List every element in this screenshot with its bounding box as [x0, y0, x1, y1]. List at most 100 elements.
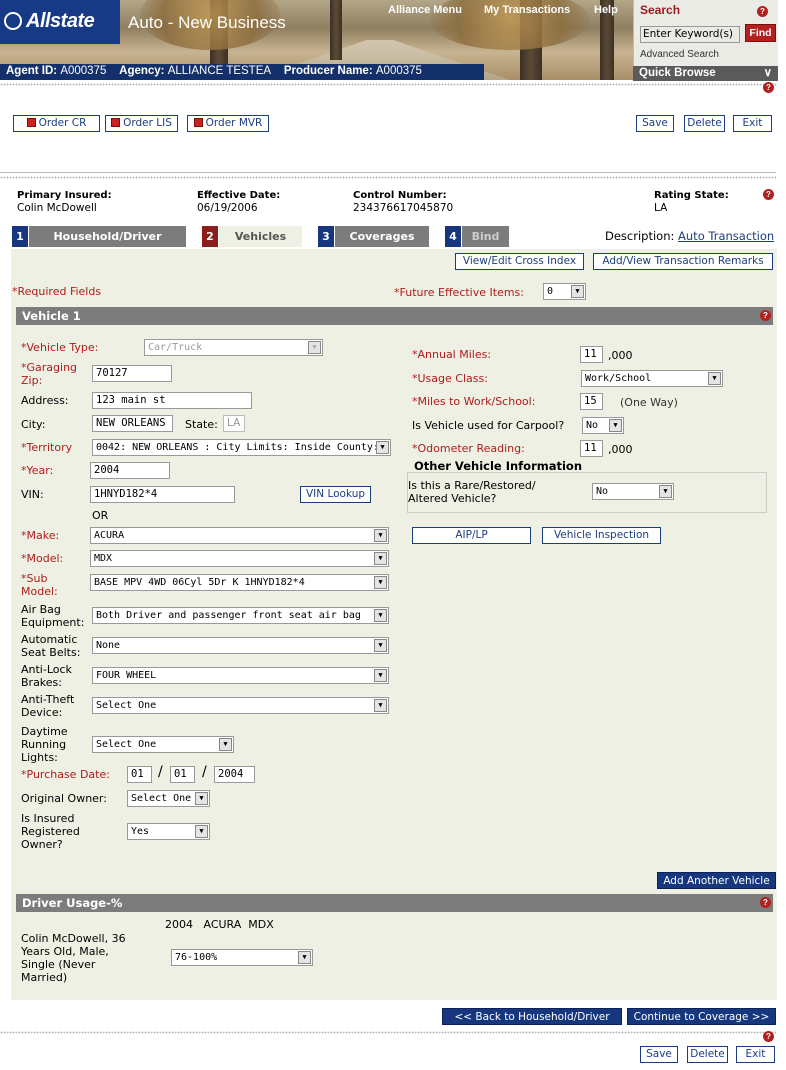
save-button-bottom[interactable]: Save — [640, 1046, 678, 1063]
vin-label: VIN: — [21, 488, 44, 501]
tab-vehicles-number[interactable]: 2 — [202, 226, 218, 247]
annual-miles-input[interactable]: 11 — [580, 346, 603, 363]
driver-usage-select[interactable]: 76-100% ▼ — [171, 949, 313, 966]
delete-button-bottom[interactable]: Delete — [687, 1046, 728, 1063]
year-input[interactable]: 2004 — [90, 462, 170, 479]
producer-label: Producer Name: — [283, 65, 373, 77]
make-value: ACURA — [94, 530, 125, 541]
advanced-search-link[interactable]: Advanced Search — [640, 49, 719, 60]
help-icon[interactable]: ? — [757, 6, 768, 17]
carpool-value: No — [586, 420, 599, 431]
allstate-logo[interactable]: Allstate — [0, 0, 120, 44]
tab-household-number[interactable]: 1 — [12, 226, 28, 247]
tab-bind[interactable]: Bind — [462, 226, 509, 247]
purchase-month-input[interactable]: 01 — [127, 766, 152, 783]
tab-coverages-number[interactable]: 3 — [318, 226, 334, 247]
odometer-input[interactable]: 11 — [580, 440, 603, 457]
order-mvr-button[interactable]: Order MVR — [187, 115, 269, 132]
sub-model-value: BASE MPV 4WD 06Cyl 5Dr K 1HNYD182*4 — [94, 577, 305, 588]
state-input[interactable]: LA — [223, 415, 245, 432]
back-to-household-button[interactable]: << Back to Household/Driver — [442, 1008, 622, 1025]
state-label: State: — [185, 418, 218, 431]
divider — [0, 83, 776, 86]
tab-coverages[interactable]: Coverages — [335, 226, 429, 247]
dropdown-arrow-icon: ▼ — [374, 669, 387, 682]
anti-theft-select[interactable]: Select One ▼ — [92, 697, 389, 714]
help-icon[interactable]: ? — [760, 310, 771, 321]
tab-bind-number[interactable]: 4 — [445, 226, 461, 247]
anti-lock-select[interactable]: FOUR WHEEL ▼ — [92, 667, 389, 684]
nav-my-transactions[interactable]: My Transactions — [484, 4, 570, 16]
save-button[interactable]: Save — [636, 115, 674, 132]
dropdown-arrow-icon: ▼ — [374, 552, 387, 565]
help-icon[interactable]: ? — [760, 897, 771, 908]
aip-lp-button[interactable]: AIP/LP — [412, 527, 531, 544]
future-effective-select[interactable]: 0 ▼ — [543, 283, 586, 300]
original-owner-select[interactable]: Select One ▼ — [127, 790, 210, 807]
effective-date-label: Effective Date: — [197, 190, 281, 201]
sub-model-select[interactable]: BASE MPV 4WD 06Cyl 5Dr K 1HNYD182*4 ▼ — [90, 574, 389, 591]
rare-vehicle-select[interactable]: No ▼ — [592, 483, 674, 500]
agent-id-value: A000375 — [60, 65, 107, 77]
nav-help[interactable]: Help — [594, 4, 618, 16]
description-link[interactable]: Auto Transaction — [678, 229, 774, 243]
add-another-vehicle-button[interactable]: Add Another Vehicle — [657, 872, 776, 889]
miles-to-work-input[interactable]: 15 — [580, 393, 603, 410]
divider — [0, 172, 776, 173]
view-edit-cross-index-button[interactable]: View/Edit Cross Index — [455, 253, 584, 270]
city-input[interactable]: NEW ORLEANS — [92, 415, 173, 432]
date-separator: / — [158, 764, 163, 780]
exit-button-bottom[interactable]: Exit — [736, 1046, 775, 1063]
vehicle-type-value: Car/Truck — [148, 342, 203, 353]
continue-to-coverage-button[interactable]: Continue to Coverage >> — [627, 1008, 776, 1025]
tab-vehicles[interactable]: Vehicles — [219, 226, 302, 247]
search-input[interactable]: Enter Keyword(s) — [640, 26, 740, 43]
vehicle-type-select[interactable]: Car/Truck ▼ — [144, 339, 323, 356]
future-effective-value: 0 — [547, 286, 554, 297]
vehicle-inspection-button[interactable]: Vehicle Inspection — [542, 527, 661, 544]
primary-insured-label: Primary Insured: — [17, 190, 112, 201]
help-icon[interactable]: ? — [763, 189, 774, 200]
seat-belts-select[interactable]: None ▼ — [92, 637, 389, 654]
usage-class-value: Work/School — [585, 373, 652, 384]
control-number-value: 234376617045870 — [353, 202, 454, 214]
usage-class-label: *Usage Class: — [412, 372, 488, 385]
purchase-day-input[interactable]: 01 — [170, 766, 195, 783]
agency-label: Agency: — [119, 65, 165, 77]
delete-button[interactable]: Delete — [684, 115, 725, 132]
quick-browse-bar[interactable]: Quick Browse ∨ — [633, 66, 778, 81]
find-button[interactable]: Find — [745, 24, 776, 42]
territory-label: *Territory — [21, 441, 73, 454]
purchase-year-input[interactable]: 2004 — [214, 766, 255, 783]
daytime-running-lights-select[interactable]: Select One ▼ — [92, 736, 234, 753]
vehicle-1-section-header: Vehicle 1 — [16, 307, 773, 325]
registered-owner-select[interactable]: Yes ▼ — [127, 823, 210, 840]
address-input[interactable]: 123 main st — [92, 392, 252, 409]
help-icon[interactable]: ? — [763, 1031, 774, 1042]
model-select[interactable]: MDX ▼ — [90, 550, 389, 567]
seat-belts-value: None — [96, 640, 121, 651]
add-view-remarks-button[interactable]: Add/View Transaction Remarks — [593, 253, 773, 270]
help-icon[interactable]: ? — [763, 82, 774, 93]
air-bag-value: Both Driver and passenger front seat air… — [96, 610, 361, 621]
tab-household-driver[interactable]: Household/Driver — [29, 226, 186, 247]
rare-vehicle-label: Is this a Rare/Restored/ Altered Vehicle… — [408, 479, 536, 505]
vin-lookup-button[interactable]: VIN Lookup — [300, 486, 371, 503]
daytime-running-lights-value: Select One — [96, 739, 157, 750]
territory-select[interactable]: 0042: NEW ORLEANS : City Limits: Inside … — [92, 439, 391, 456]
make-select[interactable]: ACURA ▼ — [90, 527, 389, 544]
carpool-select[interactable]: No ▼ — [582, 417, 624, 434]
air-bag-select[interactable]: Both Driver and passenger front seat air… — [92, 607, 389, 624]
dropdown-arrow-icon: ▼ — [374, 529, 387, 542]
garaging-zip-input[interactable]: 70127 — [92, 365, 172, 382]
exit-button[interactable]: Exit — [733, 115, 772, 132]
order-icon — [193, 118, 203, 127]
dropdown-arrow-icon: ▼ — [659, 485, 672, 498]
usage-class-select[interactable]: Work/School ▼ — [581, 370, 723, 387]
vin-input[interactable]: 1HNYD182*4 — [90, 486, 235, 503]
double-chevron-down-icon[interactable]: ∨ — [764, 66, 772, 81]
nav-alliance-menu[interactable]: Alliance Menu — [388, 4, 462, 16]
order-cr-button[interactable]: Order CR — [13, 115, 100, 132]
dropdown-arrow-icon: ▼ — [376, 441, 389, 454]
order-lis-button[interactable]: Order LIS — [105, 115, 178, 132]
